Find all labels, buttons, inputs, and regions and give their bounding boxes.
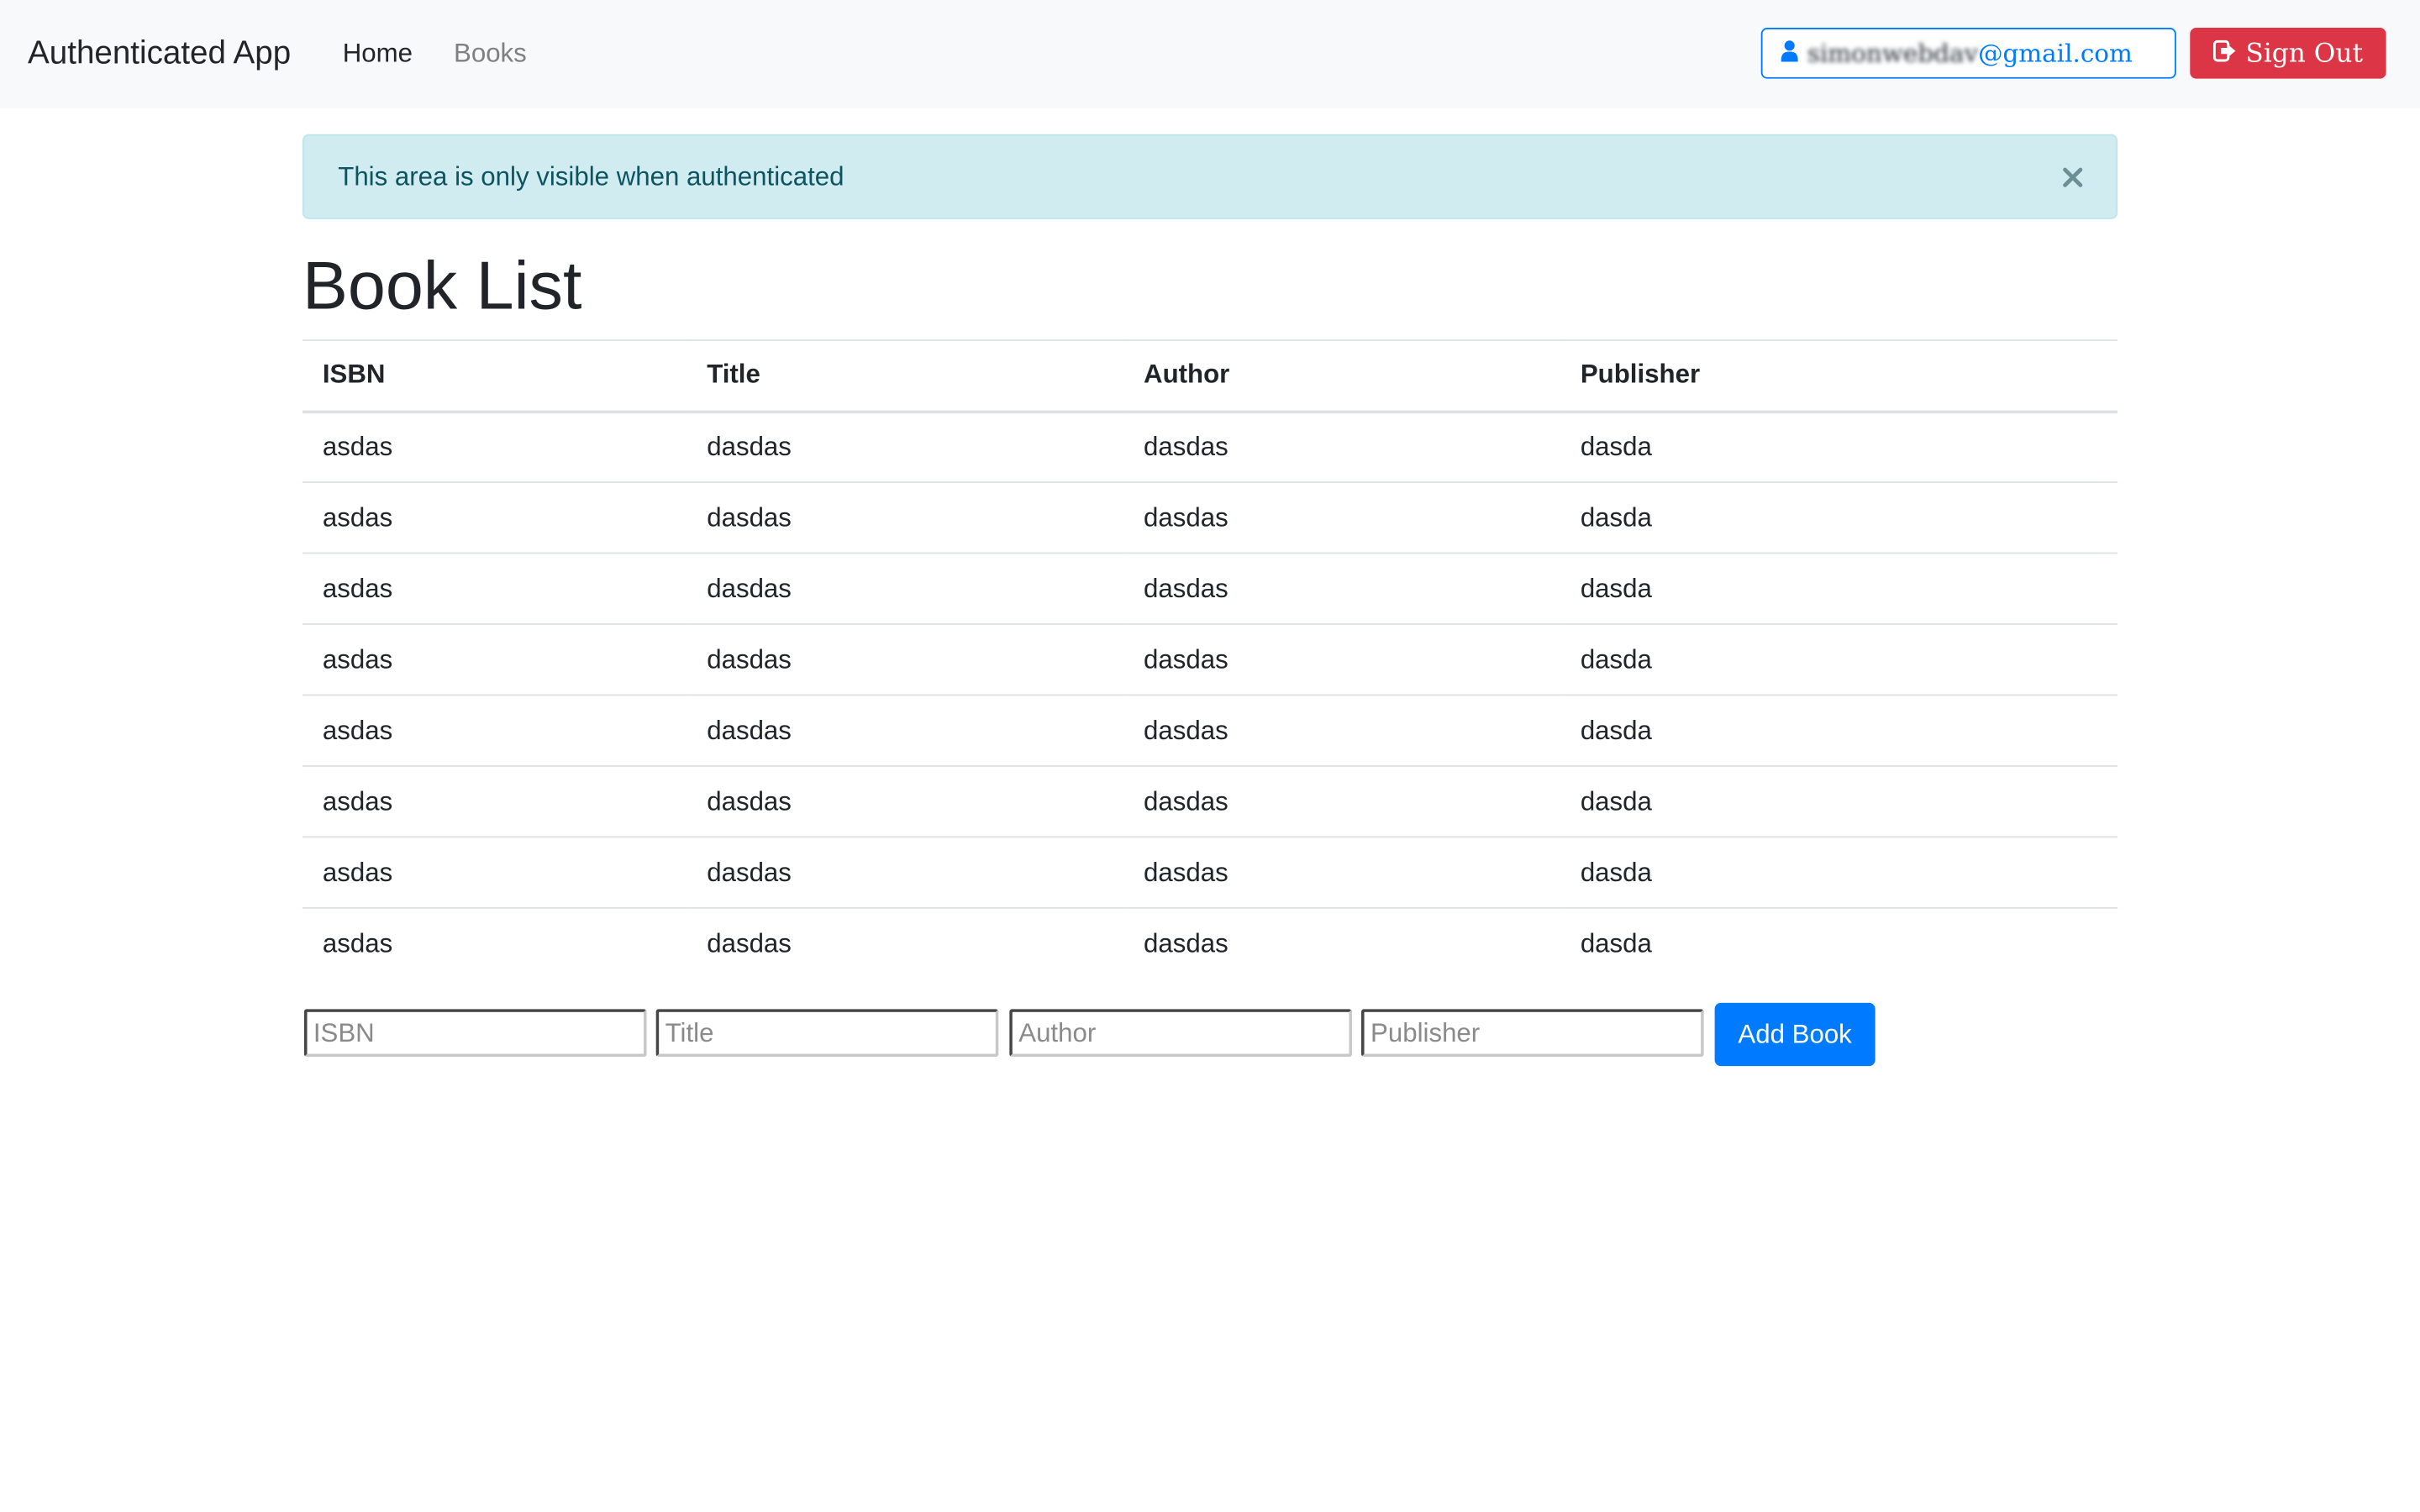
table-row: asdas dasdas dasdas dasda [302, 623, 2118, 696]
cell-author: dasdas [1123, 410, 1560, 482]
cell-isbn: asdas [302, 765, 687, 837]
cell-publisher: dasda [1560, 410, 2118, 482]
column-header-isbn: ISBN [302, 339, 687, 413]
cell-title: dasdas [687, 410, 1124, 482]
user-email-redacted: simonwebdav [1807, 38, 1979, 68]
cell-isbn: asdas [302, 410, 687, 482]
table-row: asdas dasdas dasdas dasda [302, 410, 2118, 482]
cell-title: dasdas [687, 907, 1124, 979]
nav-link-home[interactable]: Home [343, 37, 413, 71]
cell-title: dasdas [687, 481, 1124, 554]
column-header-publisher: Publisher [1560, 339, 2118, 413]
cell-publisher: dasda [1560, 765, 2118, 837]
cell-title: dasdas [687, 623, 1124, 696]
cell-publisher: dasda [1560, 907, 2118, 979]
cell-isbn: asdas [302, 623, 687, 696]
alert-message: This area is only visible when authentic… [338, 161, 844, 192]
user-icon [1781, 39, 1798, 68]
cell-title: dasdas [687, 836, 1124, 908]
cell-title: dasdas [687, 765, 1124, 837]
cell-publisher: dasda [1560, 836, 2118, 908]
cell-author: dasdas [1123, 907, 1560, 979]
cell-publisher: dasda [1560, 552, 2118, 624]
book-table: ISBN Title Author Publisher asdas dasdas… [302, 339, 2118, 979]
cell-author: dasdas [1123, 694, 1560, 766]
table-row: asdas dasdas dasdas dasda [302, 694, 2118, 766]
publisher-input[interactable] [1361, 1009, 1704, 1058]
cell-title: dasdas [687, 552, 1124, 624]
cell-author: dasdas [1123, 481, 1560, 554]
sign-out-icon [2212, 38, 2237, 69]
user-email: simonwebdav@gmail.com [1807, 39, 2133, 68]
cell-publisher: dasda [1560, 694, 2118, 766]
sign-out-label: Sign Out [2245, 38, 2364, 69]
nav-link-books[interactable]: Books [454, 37, 527, 71]
cell-publisher: dasda [1560, 623, 2118, 696]
isbn-input[interactable] [303, 1009, 647, 1058]
user-email-domain: @gmail.com [1978, 38, 2133, 68]
table-row: asdas dasdas dasdas dasda [302, 481, 2118, 554]
cell-isbn: asdas [302, 694, 687, 766]
sign-out-button[interactable]: Sign Out [2190, 28, 2386, 79]
cell-isbn: asdas [302, 481, 687, 554]
author-input[interactable] [1009, 1009, 1352, 1058]
table-row: asdas dasdas dasdas dasda [302, 836, 2118, 908]
cell-author: dasdas [1123, 765, 1560, 837]
cell-isbn: asdas [302, 907, 687, 979]
navbar: Authenticated App Home Books simonwebdav… [0, 0, 2420, 108]
cell-title: dasdas [687, 694, 1124, 766]
column-header-author: Author [1123, 339, 1560, 413]
brand-logo[interactable]: Authenticated App [28, 31, 291, 77]
auth-alert: This area is only visible when authentic… [302, 134, 2118, 219]
table-row: asdas dasdas dasdas dasda [302, 552, 2118, 624]
column-header-title: Title [687, 339, 1124, 413]
title-input[interactable] [655, 1009, 999, 1058]
cell-isbn: asdas [302, 552, 687, 624]
cell-author: dasdas [1123, 836, 1560, 908]
cell-author: dasdas [1123, 552, 1560, 624]
table-row: asdas dasdas dasdas dasda [302, 765, 2118, 837]
user-email-button[interactable]: simonwebdav@gmail.com [1760, 28, 2176, 79]
page-title: Book List [302, 248, 582, 324]
add-book-button[interactable]: Add Book [1714, 1002, 1876, 1067]
app-root: Authenticated App Home Books simonwebdav… [0, 0, 2420, 1512]
close-icon[interactable] [2053, 157, 2093, 197]
table-header-row: ISBN Title Author Publisher [302, 339, 2118, 413]
cell-publisher: dasda [1560, 481, 2118, 554]
table-row: asdas dasdas dasdas dasda [302, 907, 2118, 979]
cell-author: dasdas [1123, 623, 1560, 696]
cell-isbn: asdas [302, 836, 687, 908]
